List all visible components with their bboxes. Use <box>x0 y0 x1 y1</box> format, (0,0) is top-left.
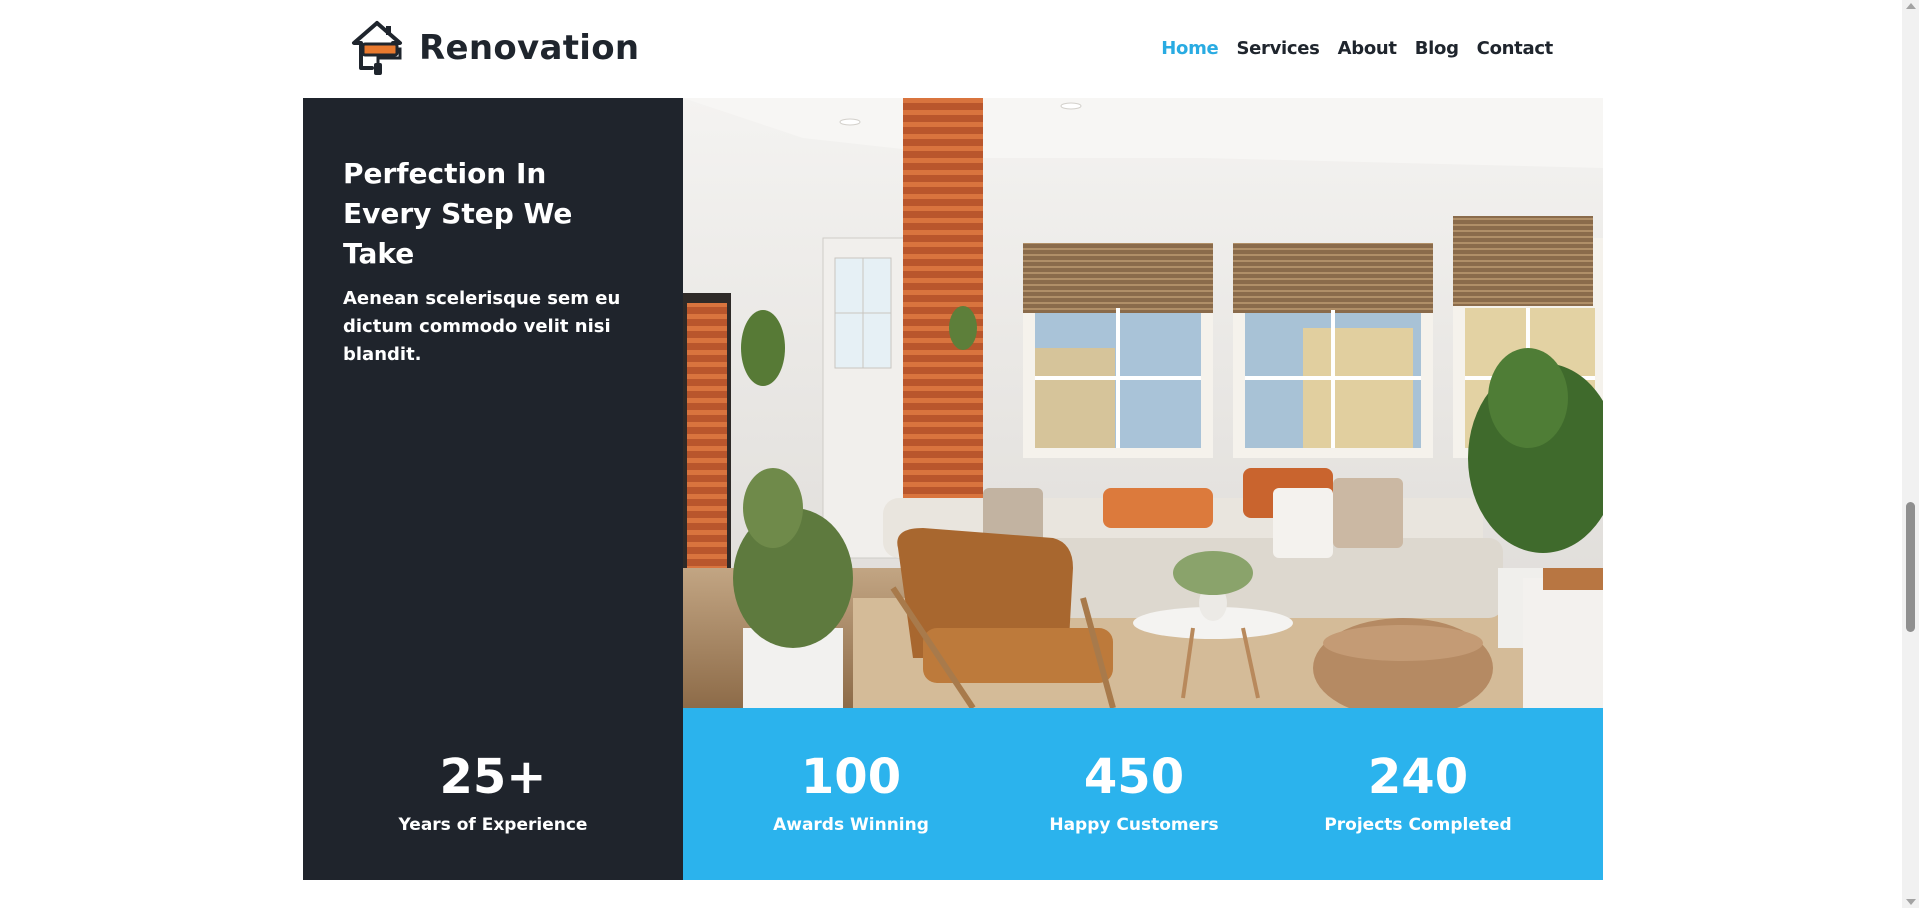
stat-label: Happy Customers <box>1049 815 1219 835</box>
scrollbar-thumb[interactable] <box>1906 502 1915 632</box>
scroll-down-icon[interactable] <box>1906 899 1916 905</box>
stat-number: 450 <box>1083 749 1185 805</box>
nav-home[interactable]: Home <box>1161 38 1219 59</box>
nav-blog[interactable]: Blog <box>1415 38 1459 59</box>
house-paint-roller-icon <box>352 21 402 75</box>
nav-services[interactable]: Services <box>1236 38 1319 59</box>
stat-label: Years of Experience <box>398 815 588 835</box>
brand-logo[interactable]: Renovation <box>351 20 639 76</box>
stat-number: 25+ <box>439 749 547 805</box>
page-scrollbar[interactable] <box>1902 0 1919 908</box>
stat-label: Awards Winning <box>773 815 929 835</box>
hero-description: Aenean scelerisque sem eu dictum commodo… <box>343 288 621 365</box>
nav-contact[interactable]: Contact <box>1477 38 1554 59</box>
living-room-photo <box>683 98 1603 708</box>
hero-heading: Perfection In Every Step We Take <box>343 157 573 270</box>
scroll-up-icon[interactable] <box>1906 3 1916 9</box>
brand-name: Renovation <box>419 28 640 68</box>
stat-projects: 240 Projects Completed <box>1277 748 1559 836</box>
stat-years-experience: 25+ Years of Experience <box>352 748 634 836</box>
stat-label: Projects Completed <box>1324 815 1512 835</box>
stat-number: 240 <box>1367 749 1469 805</box>
main-nav: Home Services About Blog Contact <box>1143 38 1553 59</box>
stat-customers: 450 Happy Customers <box>993 748 1275 836</box>
stat-awards: 100 Awards Winning <box>710 748 992 836</box>
stat-number: 100 <box>800 749 902 805</box>
page-container: Renovation Home Services About Blog Cont… <box>303 0 1603 908</box>
nav-about[interactable]: About <box>1338 38 1397 59</box>
site-header: Renovation Home Services About Blog Cont… <box>303 0 1603 98</box>
